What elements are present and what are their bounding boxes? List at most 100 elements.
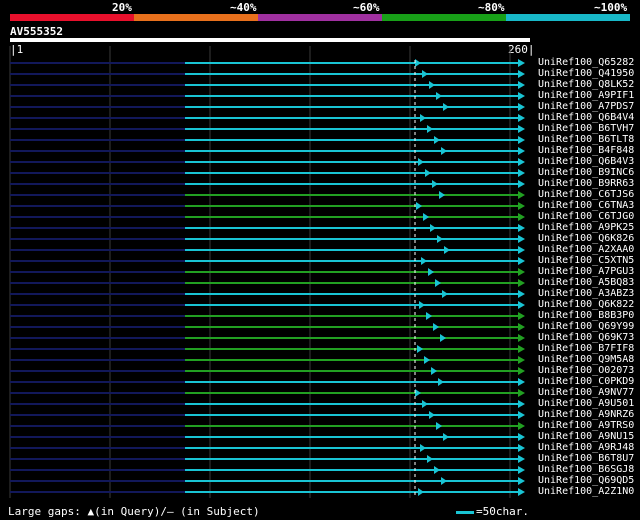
subject-label[interactable]: UniRef100_Q65282 xyxy=(538,57,634,68)
subject-label[interactable]: UniRef100_Q8LK52 xyxy=(538,79,634,90)
subject-label[interactable]: UniRef100_B6T8U7 xyxy=(538,453,634,464)
align-end-arrow xyxy=(518,202,525,210)
subject-label[interactable]: UniRef100_C0PKD9 xyxy=(538,376,634,387)
gap-marker xyxy=(436,422,442,430)
align-end-arrow xyxy=(518,235,525,243)
subject-label[interactable]: UniRef100_B6TLT8 xyxy=(538,134,634,145)
subject-label[interactable]: UniRef100_A9PIF1 xyxy=(538,90,634,101)
gap-marker xyxy=(444,246,450,254)
gap-marker xyxy=(421,257,427,265)
gap-marker xyxy=(417,345,423,353)
subject-label[interactable]: UniRef100_A9TRS0 xyxy=(538,420,634,431)
gap-marker xyxy=(432,180,438,188)
subject-label[interactable]: UniRef100_B7FIF8 xyxy=(538,343,634,354)
gap-marker xyxy=(436,92,442,100)
scale-legend: =50char. xyxy=(456,505,529,518)
gap-marker xyxy=(429,81,435,89)
align-end-arrow xyxy=(518,444,525,452)
subject-label[interactable]: UniRef100_A7PDS7 xyxy=(538,101,634,112)
gap-marker xyxy=(441,147,447,155)
align-end-arrow xyxy=(518,70,525,78)
align-end-arrow xyxy=(518,191,525,199)
align-end-arrow xyxy=(518,125,525,133)
subject-label[interactable]: UniRef100_C6TJG0 xyxy=(538,211,634,222)
align-end-arrow xyxy=(518,268,525,276)
subject-label[interactable]: UniRef100_B6SGJ8 xyxy=(538,464,634,475)
align-end-arrow xyxy=(518,246,525,254)
align-end-arrow xyxy=(518,488,525,496)
subject-label[interactable]: UniRef100_Q6K822 xyxy=(538,299,634,310)
gap-marker xyxy=(418,158,424,166)
gap-marker xyxy=(422,70,428,78)
subject-label[interactable]: UniRef100_Q6K826 xyxy=(538,233,634,244)
gap-marker xyxy=(443,103,449,111)
subject-label[interactable]: UniRef100_B4F848 xyxy=(538,145,634,156)
subject-label[interactable]: UniRef100_B8B3P0 xyxy=(538,310,634,321)
subject-label[interactable]: UniRef100_A2XAA0 xyxy=(538,244,634,255)
gap-marker xyxy=(430,224,436,232)
gap-marker xyxy=(428,268,434,276)
gap-marker xyxy=(440,334,446,342)
subject-label[interactable]: UniRef100_B9RR63 xyxy=(538,178,634,189)
gap-marker xyxy=(435,279,441,287)
align-end-arrow xyxy=(518,466,525,474)
subject-label[interactable]: UniRef100_Q9M5A8 xyxy=(538,354,634,365)
subject-label[interactable]: UniRef100_A9RJ48 xyxy=(538,442,634,453)
gap-marker xyxy=(420,444,426,452)
gap-marker xyxy=(422,400,428,408)
gap-marker xyxy=(438,378,444,386)
subject-label[interactable]: UniRef100_A3ABZ3 xyxy=(538,288,634,299)
align-end-arrow xyxy=(518,312,525,320)
gap-marker xyxy=(425,169,431,177)
gap-marker xyxy=(439,191,445,199)
subject-label[interactable]: UniRef100_C5XTN5 xyxy=(538,255,634,266)
align-end-arrow xyxy=(518,389,525,397)
subject-label[interactable]: UniRef100_A9NU15 xyxy=(538,431,634,442)
align-end-arrow xyxy=(518,411,525,419)
subject-label[interactable]: UniRef100_A9NRZ6 xyxy=(538,409,634,420)
subject-label[interactable]: UniRef100_A2Z1N0 xyxy=(538,486,634,497)
gap-marker xyxy=(416,202,422,210)
align-end-arrow xyxy=(518,103,525,111)
align-end-arrow xyxy=(518,378,525,386)
align-end-arrow xyxy=(518,323,525,331)
gap-marker xyxy=(431,367,437,375)
subject-label[interactable]: UniRef100_O02073 xyxy=(538,365,634,376)
subject-label[interactable]: UniRef100_C6TNA3 xyxy=(538,200,634,211)
subject-label[interactable]: UniRef100_A9NV77 xyxy=(538,387,634,398)
gap-marker xyxy=(433,323,439,331)
scale-key-line xyxy=(456,510,474,514)
align-end-arrow xyxy=(518,367,525,375)
align-end-arrow xyxy=(518,213,525,221)
align-end-arrow xyxy=(518,422,525,430)
subject-label[interactable]: UniRef100_A9U501 xyxy=(538,398,634,409)
align-end-arrow xyxy=(518,477,525,485)
gap-marker xyxy=(415,59,421,67)
gap-marker xyxy=(423,213,429,221)
gap-marker xyxy=(429,411,435,419)
align-end-arrow xyxy=(518,92,525,100)
subject-label[interactable]: UniRef100_Q69K73 xyxy=(538,332,634,343)
gap-marker xyxy=(434,136,440,144)
align-end-arrow xyxy=(518,334,525,342)
gap-marker xyxy=(427,125,433,133)
subject-label[interactable]: UniRef100_A9PK25 xyxy=(538,222,634,233)
subject-label[interactable]: UniRef100_B9INC6 xyxy=(538,167,634,178)
subject-label[interactable]: UniRef100_Q69Y99 xyxy=(538,321,634,332)
subject-label[interactable]: UniRef100_A5BQ83 xyxy=(538,277,634,288)
align-end-arrow xyxy=(518,433,525,441)
gap-marker xyxy=(415,389,421,397)
subject-label[interactable]: UniRef100_Q41950 xyxy=(538,68,634,79)
subject-label[interactable]: UniRef100_C6TJS6 xyxy=(538,189,634,200)
gap-marker xyxy=(427,455,433,463)
align-end-arrow xyxy=(518,400,525,408)
align-end-arrow xyxy=(518,81,525,89)
subject-label[interactable]: UniRef100_Q6B4V4 xyxy=(538,112,634,123)
subject-label[interactable]: UniRef100_B6TVH7 xyxy=(538,123,634,134)
gap-marker xyxy=(437,235,443,243)
gap-marker xyxy=(426,312,432,320)
align-end-arrow xyxy=(518,455,525,463)
subject-label[interactable]: UniRef100_Q69QD5 xyxy=(538,475,634,486)
subject-label[interactable]: UniRef100_A7PGU3 xyxy=(538,266,634,277)
subject-label[interactable]: UniRef100_Q6B4V3 xyxy=(538,156,634,167)
